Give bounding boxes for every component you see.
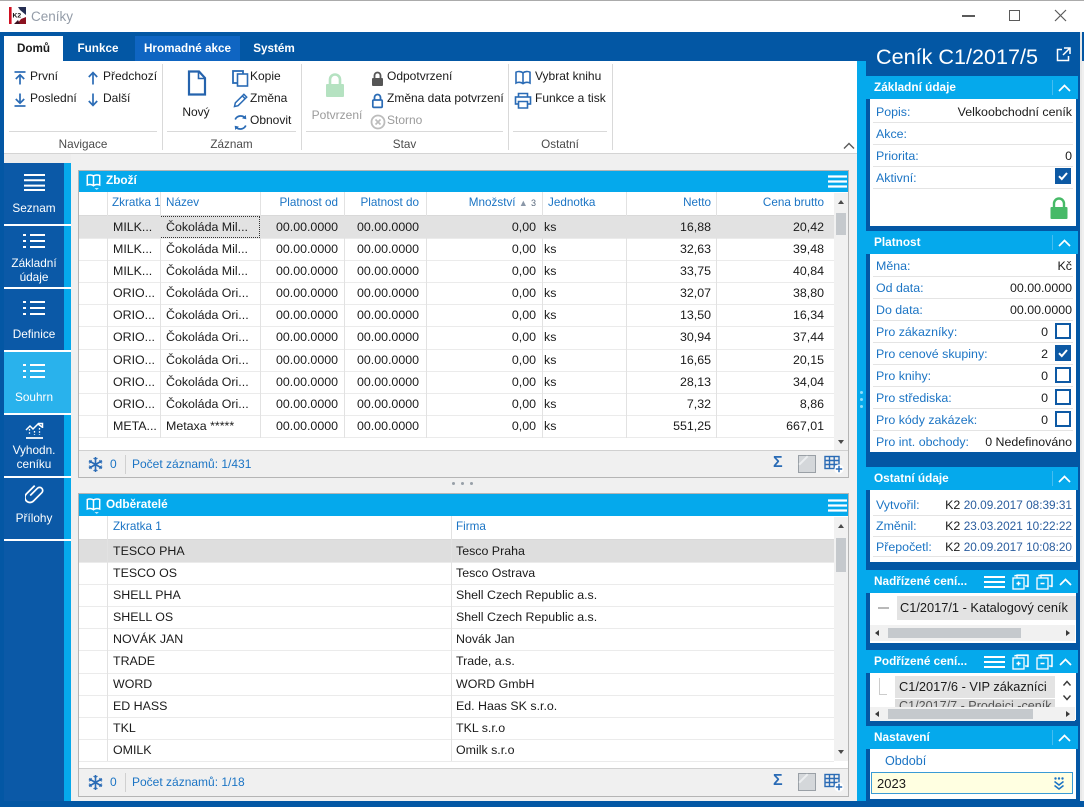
svg-text:K2: K2 <box>12 12 21 19</box>
